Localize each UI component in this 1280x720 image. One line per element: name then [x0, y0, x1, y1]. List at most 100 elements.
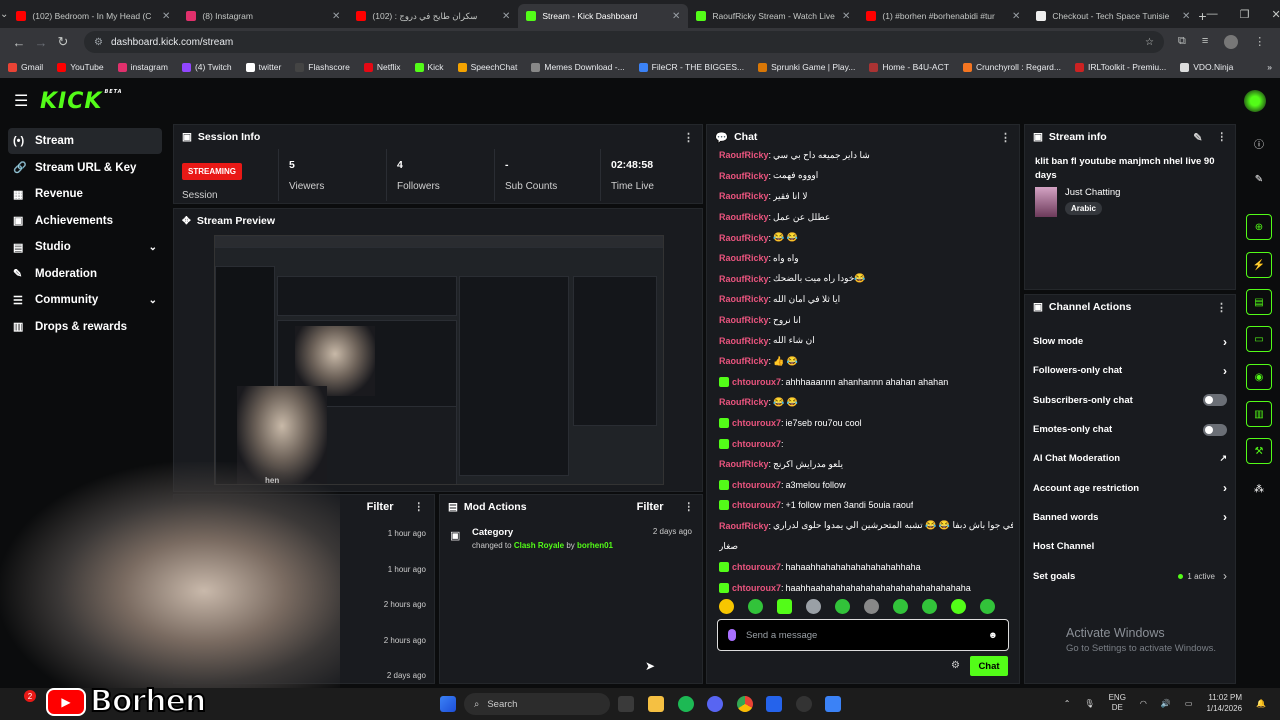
external-link-icon[interactable]: ↗	[1219, 453, 1227, 464]
hammer-icon[interactable]: ⚒	[1246, 438, 1272, 464]
sidebar-item-drops-rewards[interactable]: ▥ Drops & rewards	[8, 314, 162, 340]
tray-chevron-icon[interactable]: ⌃	[1064, 699, 1071, 708]
restore-icon[interactable]: ❐	[1240, 8, 1250, 21]
browser-tab[interactable]: RaoufRicky Stream - Watch Live ✕	[688, 4, 858, 28]
file-explorer-icon[interactable]	[648, 696, 664, 712]
chat-username[interactable]: RaoufRicky	[719, 397, 769, 407]
task-view-icon[interactable]	[618, 696, 634, 712]
forward-icon[interactable]: →	[30, 35, 52, 50]
reload-icon[interactable]: ↻	[52, 34, 74, 50]
stream-info-menu-icon[interactable]: ⋮	[1217, 131, 1228, 143]
chat-username[interactable]: RaoufRicky	[719, 294, 769, 304]
browser-menu-icon[interactable]: ⋮	[1254, 35, 1265, 49]
chat-username[interactable]: chtouroux7	[732, 562, 781, 572]
target-icon[interactable]: ⊕	[1246, 214, 1272, 240]
chat-username[interactable]: RaoufRicky	[719, 233, 769, 243]
channel-actions-menu-icon[interactable]: ⋮	[1216, 301, 1227, 314]
kick-logo[interactable]: KICK BETA	[40, 89, 123, 114]
bookmark-item[interactable]: Netflix	[363, 62, 401, 72]
tab-close-icon[interactable]: ✕	[1182, 11, 1190, 22]
chat-username[interactable]: RaoufRicky	[719, 171, 769, 181]
emote-icon[interactable]	[864, 599, 879, 614]
channel-action-account-age-restriction[interactable]: Account age restriction ›	[1025, 473, 1235, 502]
close-window-icon[interactable]: ✕	[1271, 8, 1280, 21]
hamburger-menu-icon[interactable]: ☰	[14, 91, 40, 111]
broadcast-icon[interactable]: ◉	[1246, 364, 1272, 390]
bookmark-item[interactable]: twitter	[245, 62, 281, 72]
notification-icon[interactable]: 🔔	[1256, 699, 1266, 708]
emote-icon[interactable]	[835, 599, 850, 614]
bookmark-star-icon[interactable]: ☆	[1145, 37, 1154, 48]
channel-action-host-channel[interactable]: Host Channel	[1025, 532, 1235, 561]
bookmark-item[interactable]: (4) Twitch	[181, 62, 232, 72]
sidebar-item-stream-url-key[interactable]: 🔗 Stream URL & Key	[8, 155, 162, 181]
windows-start-icon[interactable]	[440, 696, 456, 712]
discord-icon[interactable]	[707, 696, 723, 712]
bookmark-item[interactable]: SpeechChat	[457, 62, 517, 72]
mod-action-user[interactable]: borhen01	[577, 541, 613, 550]
activity-filter-button[interactable]: Filter	[367, 501, 394, 513]
tab-search-icon[interactable]: ⌄	[0, 0, 8, 28]
toggle-switch[interactable]	[1203, 423, 1227, 436]
tab-close-icon[interactable]: ✕	[1012, 11, 1020, 22]
chat-username[interactable]: chtouroux7	[732, 439, 781, 449]
browser-tab[interactable]: (1) #borhen #borhenabidi #tur ✕	[858, 4, 1028, 28]
emote-icon[interactable]	[922, 599, 937, 614]
bookmark-item[interactable]: Flashscore	[295, 62, 350, 72]
apps-icon[interactable]: ⁂	[1246, 476, 1272, 502]
extensions-icon[interactable]: ⧉	[1178, 35, 1186, 49]
category-name[interactable]: Just Chatting	[1065, 187, 1120, 198]
emote-icon[interactable]	[893, 599, 908, 614]
channel-action-ai-chat-moderation[interactable]: AI Chat Moderation ↗	[1025, 444, 1235, 473]
bookmark-item[interactable]: FileCR - THE BIGGES...	[638, 62, 744, 72]
bookmark-item[interactable]: Crunchyroll : Regard...	[962, 62, 1061, 72]
chat-username[interactable]: RaoufRicky	[719, 356, 769, 366]
bookmark-item[interactable]: Kick	[414, 62, 444, 72]
tab-close-icon[interactable]: ✕	[672, 11, 680, 22]
document-icon[interactable]: ▤	[1246, 289, 1272, 315]
mod-filter-button[interactable]: Filter	[637, 501, 664, 513]
chat-username[interactable]: RaoufRicky	[719, 191, 769, 201]
address-bar[interactable]: ⚙ dashboard.kick.com/stream ☆	[84, 31, 1164, 53]
browser-tab[interactable]: Stream - Kick Dashboard ✕	[518, 4, 689, 28]
monitor-icon[interactable]	[825, 696, 841, 712]
spotify-icon[interactable]	[678, 696, 694, 712]
channel-action-banned-words[interactable]: Banned words ›	[1025, 503, 1235, 532]
sidebar-item-stream[interactable]: (•) Stream	[8, 128, 162, 154]
chat-input[interactable]: Send a message ☻	[717, 619, 1009, 651]
sidebar-item-community[interactable]: ☰ Community ⌄	[8, 287, 162, 313]
chrome-icon[interactable]	[737, 696, 753, 712]
layout-icon[interactable]: ▥	[1246, 401, 1272, 427]
chat-username[interactable]: RaoufRicky	[719, 315, 769, 325]
browser-tab[interactable]: Checkout - Tech Space Tunisie ✕	[1028, 4, 1198, 28]
bookmark-item[interactable]: YouTube	[57, 62, 104, 72]
browser-tab[interactable]: سكران طايح في دروج : (102) ✕	[348, 4, 518, 28]
activity-menu-icon[interactable]: ⋮	[414, 501, 425, 513]
session-info-menu-icon[interactable]: ⋮	[683, 131, 694, 144]
tab-close-icon[interactable]: ✕	[842, 11, 850, 22]
toggle-switch[interactable]	[1203, 394, 1227, 407]
mod-action-game[interactable]: Clash Royale	[514, 541, 564, 550]
chat-username[interactable]: RaoufRicky	[719, 521, 769, 531]
sidebar-item-moderation[interactable]: ✎ Moderation	[8, 261, 162, 287]
language-indicator[interactable]: ENG DE	[1109, 693, 1126, 713]
chevron-right-icon[interactable]: ›	[1223, 364, 1227, 378]
emoji-picker-icon[interactable]: ☻	[988, 630, 998, 641]
chevron-down-icon[interactable]: ⌄	[149, 295, 157, 306]
battery-icon[interactable]: ▭	[1185, 699, 1193, 708]
sidebar-item-studio[interactable]: ▤ Studio ⌄	[8, 234, 162, 260]
bookmark-item[interactable]: IRLToolkit - Premiu...	[1074, 62, 1166, 72]
microphone-tray-icon[interactable]: 🎙	[1084, 699, 1094, 708]
chat-bubble-icon[interactable]: ▭	[1246, 326, 1272, 352]
lightning-icon[interactable]: ⚡	[1246, 252, 1272, 278]
chat-username[interactable]: chtouroux7	[732, 377, 781, 387]
chat-menu-icon[interactable]: ⋮	[1000, 131, 1011, 144]
playlist-icon[interactable]: ≡	[1202, 35, 1208, 49]
channel-action-set-goals[interactable]: Set goals 1 active ›	[1025, 561, 1235, 590]
chat-username[interactable]: RaoufRicky	[719, 336, 769, 346]
chat-username[interactable]: chtouroux7	[732, 418, 781, 428]
browser-tab[interactable]: (8) Instagram ✕	[178, 4, 348, 28]
category-thumbnail[interactable]	[1035, 187, 1057, 217]
language-tag[interactable]: Arabic	[1065, 202, 1102, 215]
pencil-icon[interactable]: ✎	[1246, 166, 1272, 192]
